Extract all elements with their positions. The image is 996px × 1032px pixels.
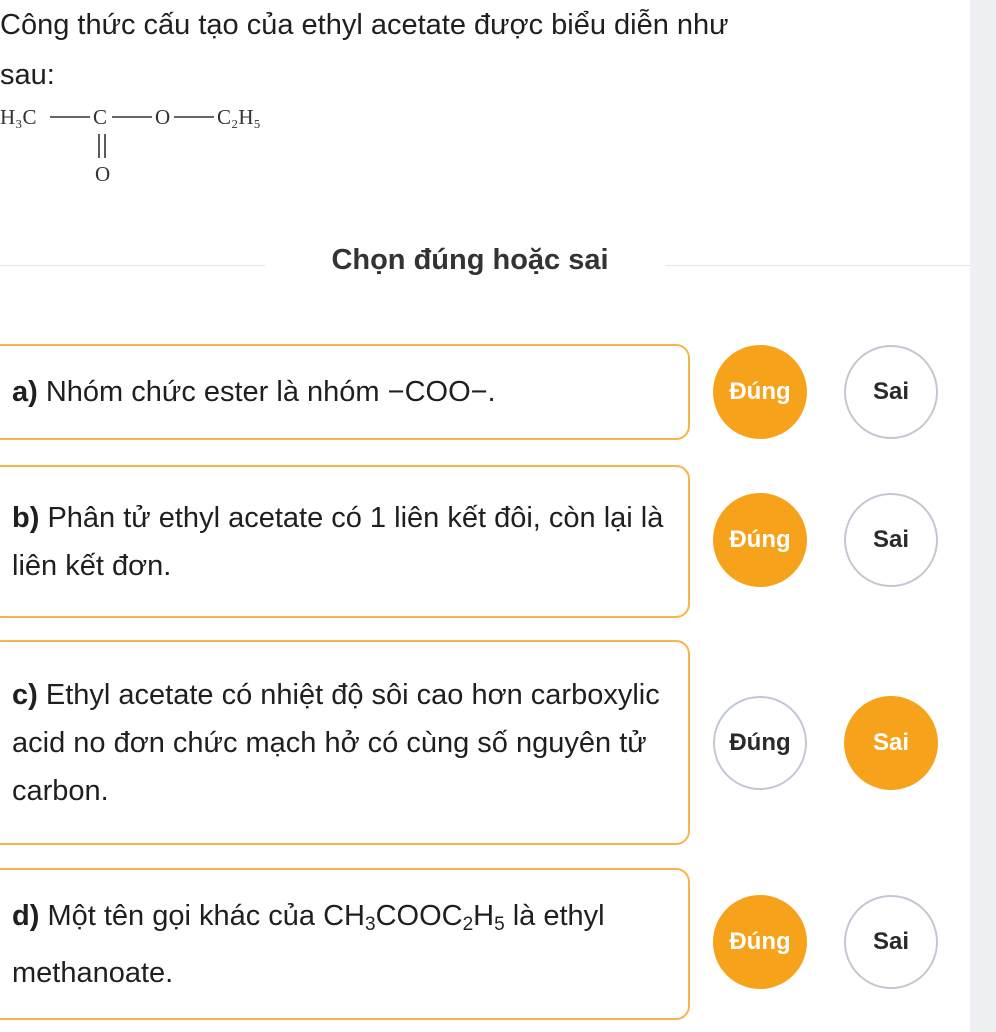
- statement-letter: c): [12, 678, 38, 711]
- formula-left-group: H₃C: [0, 105, 37, 129]
- formula-carbon: C: [93, 105, 107, 129]
- true-button-c[interactable]: Đúng: [713, 696, 807, 790]
- statement-letter: a): [12, 376, 38, 408]
- structural-formula: H₃C C O C₂H₅ O: [0, 105, 261, 186]
- false-button-a[interactable]: Sai: [844, 345, 938, 439]
- false-button-d[interactable]: Sai: [844, 895, 938, 989]
- formula-right-group: C₂H₅: [217, 105, 261, 129]
- statement-body-start: Một tên gọi khác của: [47, 899, 324, 932]
- false-button-c[interactable]: Sai: [844, 696, 938, 790]
- true-button-a[interactable]: Đúng: [713, 345, 807, 439]
- true-button-b[interactable]: Đúng: [713, 493, 807, 587]
- divider-left: [0, 265, 265, 266]
- intro-line-2: sau:: [0, 59, 55, 91]
- statement-card-a: a) Nhóm chức ester là nhóm −COO−.: [0, 344, 690, 440]
- formula-oxygen-bridge: O: [155, 105, 170, 129]
- statement-body: Nhóm chức ester là nhóm −COO−.: [45, 376, 496, 408]
- true-button-d[interactable]: Đúng: [713, 895, 807, 989]
- statement-body: Ethyl acetate có nhiệt độ sôi cao hơn ca…: [12, 678, 660, 807]
- chemical-formula: CH3COOC2H5: [323, 899, 505, 935]
- statement-card-c: c) Ethyl acetate có nhiệt độ sôi cao hơn…: [0, 640, 690, 845]
- statement-card-d: d) Một tên gọi khác của CH3COOC2H5 là et…: [0, 868, 690, 1020]
- statement-letter: d): [12, 899, 40, 932]
- intro-line-1: Công thức cấu tạo của ethyl acetate được…: [0, 9, 729, 41]
- statement-card-b: b) Phân tử ethyl acetate có 1 liên kết đ…: [0, 465, 690, 618]
- statement-letter: b): [12, 501, 40, 534]
- statement-text: d) Một tên gọi khác của CH3COOC2H5 là et…: [12, 892, 668, 997]
- statement-text: c) Ethyl acetate có nhiệt độ sôi cao hơn…: [12, 671, 668, 815]
- statement-text: a) Nhóm chức ester là nhóm −COO−.: [12, 368, 496, 416]
- formula-carbonyl-oxygen: O: [95, 162, 110, 186]
- false-button-b[interactable]: Sai: [844, 493, 938, 587]
- question-intro: Công thức cấu tạo của ethyl acetate được…: [0, 0, 960, 100]
- statement-body: Phân tử ethyl acetate có 1 liên kết đôi,…: [12, 501, 664, 582]
- divider-right: [665, 265, 970, 266]
- section-title: Chọn đúng hoặc sai: [331, 244, 609, 276]
- scrollbar-track[interactable]: [970, 0, 996, 1032]
- statement-text: b) Phân tử ethyl acetate có 1 liên kết đ…: [12, 494, 668, 590]
